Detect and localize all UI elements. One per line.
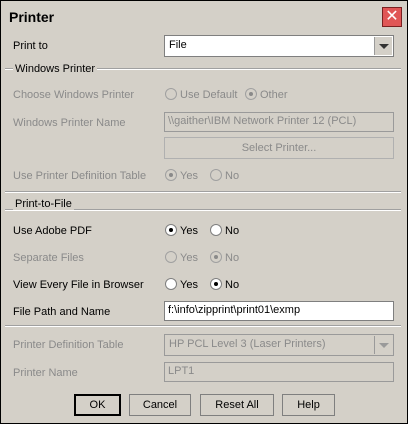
view-no-label: No xyxy=(225,279,240,291)
def-table-yes-label: Yes xyxy=(180,170,198,182)
separate-yes-label: Yes xyxy=(180,252,198,264)
dialog-title: Printer xyxy=(9,9,55,25)
choose-windows-printer-label: Choose Windows Printer xyxy=(13,89,135,101)
chevron-down-icon[interactable] xyxy=(374,37,392,55)
other-radio[interactable] xyxy=(245,88,257,100)
windows-printer-name-field[interactable]: \\gaither\IBM Network Printer 12 (PCL) xyxy=(164,112,394,132)
close-icon: ✕ xyxy=(385,8,399,25)
use-adobe-pdf-label: Use Adobe PDF xyxy=(13,225,92,237)
use-default-label: Use Default xyxy=(180,89,238,101)
use-printer-definition-table-label: Use Printer Definition Table xyxy=(13,170,147,182)
select-printer-button[interactable]: Select Printer... xyxy=(164,137,394,159)
separate-no-radio[interactable] xyxy=(210,251,222,263)
view-no-radio[interactable] xyxy=(210,278,222,290)
chevron-down-icon[interactable] xyxy=(374,336,392,354)
close-button[interactable]: ✕ xyxy=(382,7,402,27)
separate-no-label: No xyxy=(225,252,240,264)
reset-all-button[interactable]: Reset All xyxy=(200,394,274,416)
print-to-select[interactable]: File xyxy=(164,35,394,57)
print-to-value: File xyxy=(169,39,187,51)
print-to-file-section-title: Print-to-File xyxy=(13,198,74,210)
printer-name-field[interactable]: LPT1 xyxy=(164,362,394,382)
view-yes-label: Yes xyxy=(180,279,198,291)
file-path-label: File Path and Name xyxy=(13,306,111,318)
print-to-label: Print to xyxy=(13,40,48,52)
view-in-browser-label: View Every File in Browser xyxy=(13,279,144,291)
section-separator xyxy=(5,191,401,193)
windows-printer-name-label: Windows Printer Name xyxy=(13,117,126,129)
pdf-yes-label: Yes xyxy=(180,225,198,237)
ok-button[interactable]: OK xyxy=(74,394,121,416)
def-table-no-radio[interactable] xyxy=(210,169,222,181)
printer-def-divider xyxy=(5,325,401,327)
def-table-yes-radio[interactable] xyxy=(165,169,177,181)
printer-definition-table-value: HP PCL Level 3 (Laser Printers) xyxy=(169,338,326,350)
pdf-no-radio[interactable] xyxy=(210,224,222,236)
windows-printer-section-title: Windows Printer xyxy=(13,63,98,75)
pdf-no-label: No xyxy=(225,225,240,237)
use-default-radio[interactable] xyxy=(165,88,177,100)
printer-name-label: Printer Name xyxy=(13,367,78,379)
printer-definition-table-label: Printer Definition Table xyxy=(13,339,124,351)
separate-yes-radio[interactable] xyxy=(165,251,177,263)
def-table-no-label: No xyxy=(225,170,240,182)
cancel-button[interactable]: Cancel xyxy=(129,394,191,416)
pdf-yes-radio[interactable] xyxy=(165,224,177,236)
title-bar: Printer ✕ xyxy=(1,1,407,31)
help-button[interactable]: Help xyxy=(282,394,335,416)
view-yes-radio[interactable] xyxy=(165,278,177,290)
other-label: Other xyxy=(260,89,288,101)
file-path-field[interactable]: f:\info\zipprint\print01\exmp xyxy=(164,301,394,321)
printer-definition-table-select[interactable]: HP PCL Level 3 (Laser Printers) xyxy=(164,334,394,356)
separate-files-label: Separate Files xyxy=(13,252,84,264)
printer-dialog: Printer ✕ Print to File Windows Printer … xyxy=(0,0,408,424)
